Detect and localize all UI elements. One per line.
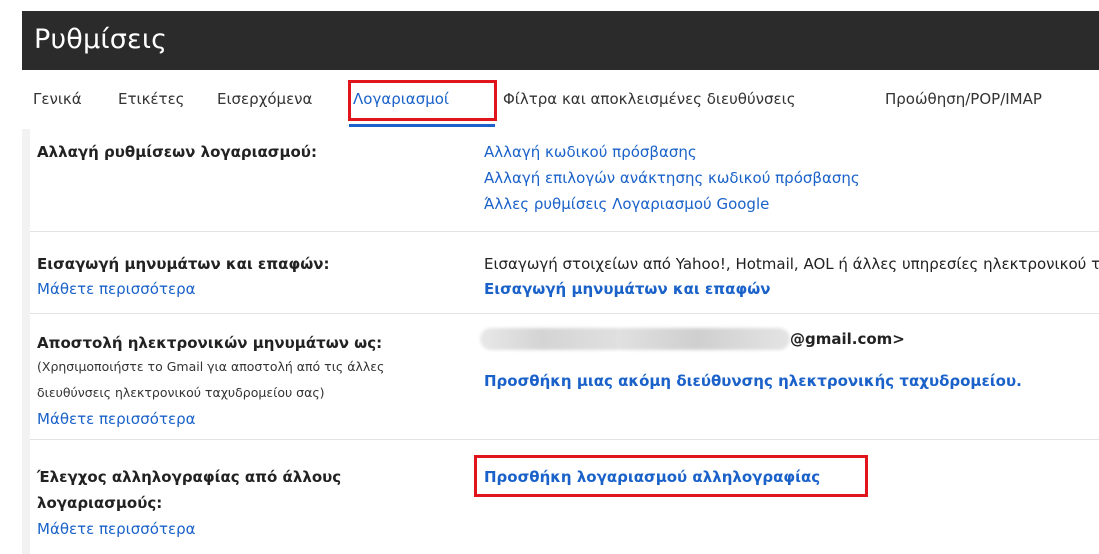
send-as-row: Αποστολή ηλεκτρονικών μηνυμάτων ως: (Χρη… bbox=[30, 314, 1099, 440]
check-mail-label-line2: λογαριασμούς: bbox=[37, 494, 163, 512]
send-as-email-suffix: @gmail.com> bbox=[790, 330, 905, 348]
check-mail-learn-more-link[interactable]: Μάθετε περισσότερα bbox=[37, 520, 196, 538]
add-email-address-link[interactable]: Προσθήκη μιας ακόμη διεύθυνσης ηλεκτρονι… bbox=[484, 372, 1022, 390]
tab-forwarding-pop-imap[interactable]: Προώθηση/POP/IMAP bbox=[885, 90, 1042, 108]
settings-tabs: Γενικά Ετικέτες Εισερχόμενα Λογαριασμοί … bbox=[22, 70, 1099, 130]
tab-inbox[interactable]: Εισερχόμενα bbox=[217, 90, 312, 108]
page-title: Ρυθμίσεις bbox=[34, 24, 168, 55]
add-mail-account-highlight-box bbox=[474, 455, 868, 497]
import-learn-more-link[interactable]: Μάθετε περισσότερα bbox=[37, 280, 196, 298]
send-as-note-line2: διευθύνσεις ηλεκτρονικού ταχυδρομείου σα… bbox=[37, 385, 325, 400]
redacted-email bbox=[480, 328, 790, 350]
tab-highlight-box bbox=[348, 80, 497, 121]
check-mail-row: Έλεγχος αλληλογραφίας από άλλους λογαρια… bbox=[30, 440, 1099, 554]
change-recovery-link[interactable]: Αλλαγή επιλογών ανάκτησης κωδικού πρόσβα… bbox=[484, 169, 860, 187]
send-as-note-line1: (Χρησιμοποιήστε το Gmail για αποστολή απ… bbox=[37, 359, 385, 374]
send-as-learn-more-link[interactable]: Μάθετε περισσότερα bbox=[37, 410, 196, 428]
settings-header: Ρυθμίσεις bbox=[22, 11, 1099, 70]
google-account-settings-link[interactable]: Άλλες ρυθμίσεις Λογαριασμού Google bbox=[484, 195, 769, 213]
change-account-row: Αλλαγή ρυθμίσεων λογαριασμού: Αλλαγή κωδ… bbox=[30, 129, 1099, 232]
active-tab-indicator bbox=[349, 124, 495, 127]
import-mail-contacts-link[interactable]: Εισαγωγή μηνυμάτων και επαφών bbox=[484, 280, 770, 298]
send-as-label: Αποστολή ηλεκτρονικών μηνυμάτων ως: bbox=[37, 334, 383, 352]
import-description: Εισαγωγή στοιχείων από Yahoo!, Hotmail, … bbox=[484, 255, 1099, 273]
import-label: Εισαγωγή μηνυμάτων και επαφών: bbox=[37, 255, 330, 273]
check-mail-label-line1: Έλεγχος αλληλογραφίας από άλλους bbox=[37, 468, 342, 486]
settings-content: Αλλαγή ρυθμίσεων λογαριασμού: Αλλαγή κωδ… bbox=[22, 129, 1099, 554]
settings-page: Ρυθμίσεις Γενικά Ετικέτες Εισερχόμενα Λο… bbox=[22, 11, 1099, 554]
tab-filters[interactable]: Φίλτρα και αποκλεισμένες διευθύνσεις bbox=[503, 90, 796, 108]
import-row: Εισαγωγή μηνυμάτων και επαφών: Μάθετε πε… bbox=[30, 232, 1099, 314]
change-account-label: Αλλαγή ρυθμίσεων λογαριασμού: bbox=[37, 143, 317, 161]
change-password-link[interactable]: Αλλαγή κωδικού πρόσβασης bbox=[484, 143, 697, 161]
tab-labels[interactable]: Ετικέτες bbox=[118, 90, 184, 108]
tab-general[interactable]: Γενικά bbox=[33, 90, 82, 108]
